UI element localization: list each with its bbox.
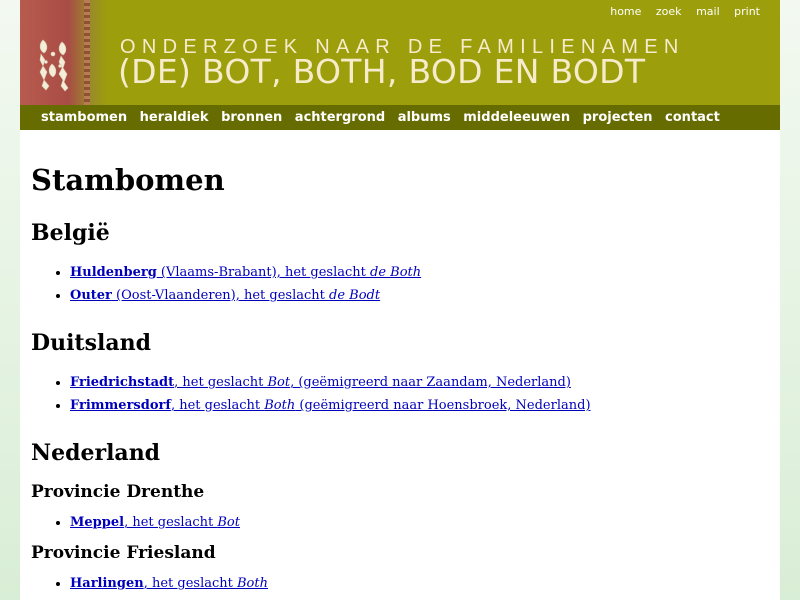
top-link-search[interactable]: zoek	[656, 5, 682, 18]
nav-item: albums	[398, 105, 451, 131]
header-banner-image	[20, 0, 108, 105]
main-navigation: stambomen heraldiek bronnen achtergrond …	[20, 105, 780, 130]
nav-link-contact[interactable]: contact	[665, 105, 720, 131]
nav-link-achtergrond[interactable]: achtergrond	[295, 105, 385, 131]
header-banner-stripe	[84, 0, 90, 105]
family-link-meppel[interactable]: Meppel, het geslacht Bot	[70, 515, 240, 530]
list-item: Huldenberg (Vlaams-Brabant), het geslach…	[70, 261, 771, 284]
nav-link-projecten[interactable]: projecten	[583, 105, 653, 131]
nav-item: heraldiek	[140, 105, 209, 131]
list-item: Meppel, het geslacht Bot	[70, 511, 771, 534]
top-link-home[interactable]: home	[610, 5, 641, 18]
family-link-name: de Both	[370, 265, 422, 280]
list-item: Friedrichstadt, het geslacht Bot, (geëmi…	[70, 371, 771, 394]
family-list-duitsland: Friedrichstadt, het geslacht Bot, (geëmi…	[31, 371, 771, 417]
family-list-drenthe: Meppel, het geslacht Bot	[31, 511, 771, 534]
family-link-text: (Oost-Vlaanderen), het geslacht	[111, 288, 330, 303]
family-link-place: Outer	[70, 288, 112, 303]
site-header: home zoek mail print ONDERZOEK NAAR DE F…	[20, 0, 780, 105]
family-link-place: Harlingen	[70, 576, 144, 591]
top-utility-links: home zoek mail print	[599, 5, 760, 18]
subsection-heading-friesland: Provincie Friesland	[31, 543, 216, 563]
family-link-name: Bot	[217, 515, 240, 530]
heraldic-crest-icon	[39, 39, 69, 92]
family-link-place: Friedrichstadt	[70, 375, 175, 390]
family-link-name: Bot	[267, 375, 291, 390]
subsection-heading-drenthe: Provincie Drenthe	[31, 482, 205, 502]
family-link-suffix: (geëmigreerd naar Hoensbroek, Nederland)	[295, 398, 591, 413]
family-link-text: , het geslacht	[170, 398, 265, 413]
family-link-harlingen[interactable]: Harlingen, het geslacht Both	[70, 576, 268, 591]
nav-item: projecten	[583, 105, 653, 131]
family-link-frimmersdorf[interactable]: Frimmersdorf, het geslacht Both (geëmigr…	[70, 398, 591, 413]
section-heading-duitsland: Duitsland	[31, 330, 151, 356]
page-title: Stambomen	[31, 163, 225, 197]
nav-item: contact	[665, 105, 720, 131]
nav-item: bronnen	[221, 105, 282, 131]
nav-link-albums[interactable]: albums	[398, 105, 451, 131]
nav-link-heraldiek[interactable]: heraldiek	[140, 105, 209, 131]
top-link-mail[interactable]: mail	[696, 5, 720, 18]
list-item: Harlingen, het geslacht Both	[70, 572, 771, 595]
top-link-print[interactable]: print	[734, 5, 760, 18]
family-list-belgie: Huldenberg (Vlaams-Brabant), het geslach…	[31, 261, 771, 307]
family-link-outer[interactable]: Outer (Oost-Vlaanderen), het geslacht de…	[70, 288, 380, 303]
main-content: Stambomen België Huldenberg (Vlaams-Brab…	[31, 130, 771, 595]
section-heading-nederland: Nederland	[31, 440, 161, 466]
nav-link-stambomen[interactable]: stambomen	[41, 105, 127, 131]
family-link-name: Both	[264, 398, 296, 413]
nav-item: middeleeuwen	[463, 105, 570, 131]
site-title: (DE) BOT, BOTH, BOD EN BODT	[118, 52, 646, 91]
main-nav-list: stambomen heraldiek bronnen achtergrond …	[20, 105, 780, 131]
family-link-text: , het geslacht	[174, 375, 268, 390]
list-item: Frimmersdorf, het geslacht Both (geëmigr…	[70, 394, 771, 417]
page-container: home zoek mail print ONDERZOEK NAAR DE F…	[20, 0, 780, 600]
nav-link-bronnen[interactable]: bronnen	[221, 105, 282, 131]
family-link-huldenberg[interactable]: Huldenberg (Vlaams-Brabant), het geslach…	[70, 265, 421, 280]
family-link-friedrichstadt[interactable]: Friedrichstadt, het geslacht Bot, (geëmi…	[70, 375, 571, 390]
section-heading-belgie: België	[31, 220, 110, 246]
family-list-friesland: Harlingen, het geslacht Both	[31, 572, 771, 595]
nav-item: stambomen	[41, 105, 127, 131]
family-link-text: , het geslacht	[143, 576, 237, 591]
family-link-place: Huldenberg	[70, 265, 157, 280]
family-link-text: (Vlaams-Brabant), het geslacht	[156, 265, 370, 280]
nav-link-middeleeuwen[interactable]: middeleeuwen	[463, 105, 570, 131]
family-link-place: Frimmersdorf	[70, 398, 171, 413]
family-link-place: Meppel	[70, 515, 125, 530]
family-link-suffix: , (geëmigreerd naar Zaandam, Nederland)	[290, 375, 571, 390]
family-link-name: Both	[237, 576, 268, 591]
list-item: Outer (Oost-Vlaanderen), het geslacht de…	[70, 284, 771, 307]
nav-item: achtergrond	[295, 105, 385, 131]
family-link-text: , het geslacht	[124, 515, 218, 530]
family-link-name: de Bodt	[329, 288, 381, 303]
